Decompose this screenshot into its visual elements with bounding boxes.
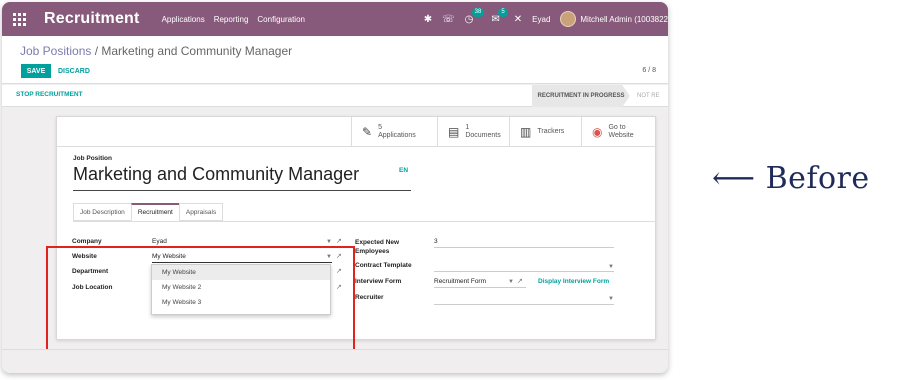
user-menu[interactable]: Mitchell Admin (1003822 [560, 11, 668, 27]
company-dropdown-caret-icon[interactable]: ▼ [326, 239, 332, 245]
tabs-divider [73, 221, 657, 222]
form-tabs: Job Description Recruitment Appraisals [73, 203, 224, 221]
stop-recruitment-button[interactable]: STOP RECRUITMENT [16, 91, 83, 98]
control-panel: Job Positions / Marketing and Community … [2, 36, 668, 84]
interview-form-field[interactable]: Recruitment Form [434, 278, 486, 285]
user-name: Mitchell Admin (1003822 [580, 14, 668, 24]
expected-employees-label: Expected New Employees [355, 239, 400, 255]
contract-template-label: Contract Template [355, 262, 412, 269]
title-underline [73, 190, 411, 191]
applications-count: 5 [378, 124, 382, 131]
breadcrumb: Job Positions / Marketing and Community … [20, 44, 292, 58]
debug-tools-icon[interactable]: ✕ [514, 14, 522, 25]
go-to-website-smart-button[interactable]: ◉ Go to Website [581, 117, 657, 147]
navbar-systray: ✱ ☏ ◷ 38 ✉ 5 ✕ Eyad Mitchell Admin (100382… [424, 2, 668, 36]
tab-recruitment[interactable]: Recruitment [130, 203, 179, 221]
stage-not-recruiting[interactable]: NOT RE [637, 85, 660, 107]
bar-chart-icon: ▥ [520, 125, 532, 139]
app-window: Recruitment Applications Reporting Confi… [2, 2, 668, 373]
recruiter-label: Recruiter [355, 294, 384, 301]
documents-smart-button[interactable]: ▤ 1 Documents [437, 117, 509, 147]
recruiter-caret-icon[interactable]: ▼ [608, 296, 614, 302]
trackers-label: Trackers [537, 128, 565, 135]
menu-reporting[interactable]: Reporting [214, 15, 249, 24]
job-position-title-input[interactable]: Marketing and Community Manager [73, 164, 359, 185]
save-button[interactable]: SAVE [21, 64, 51, 78]
translate-lang-button[interactable]: EN [399, 167, 408, 174]
stage-recruitment-in-progress[interactable]: RECRUITMENT IN PROGRESS [532, 85, 630, 107]
contract-template-underline [434, 271, 614, 272]
website-label-line2: Website [608, 132, 634, 139]
before-label: Before [765, 161, 870, 196]
applications-label: Applications [378, 132, 416, 139]
company-external-link-icon[interactable]: ↗ [336, 237, 342, 245]
menu-applications[interactable]: Applications [162, 15, 205, 24]
globe-icon: ◉ [592, 125, 603, 139]
chat-badge: 5 [498, 7, 508, 17]
menu-configuration[interactable]: Configuration [257, 15, 305, 24]
website-label-line1: Go to [608, 124, 626, 131]
avatar [560, 11, 577, 27]
record-pager[interactable]: 6 / 8 [642, 67, 656, 74]
phone-icon[interactable]: ☏ [442, 14, 455, 25]
top-navbar: Recruitment Applications Reporting Confi… [2, 2, 668, 36]
recruiter-underline [434, 304, 614, 305]
interview-form-underline [434, 287, 526, 288]
breadcrumb-job-positions[interactable]: Job Positions [20, 44, 91, 58]
expected-employees-underline [434, 247, 614, 248]
documents-count: 1 [465, 124, 470, 131]
documents-label: Documents [465, 132, 501, 139]
interview-form-label: Interview Form [355, 278, 402, 285]
company-label: Company [72, 238, 102, 245]
apps-menu-icon[interactable] [2, 2, 36, 36]
contract-template-caret-icon[interactable]: ▼ [608, 264, 614, 270]
job-position-label: Job Position [73, 155, 112, 162]
tab-job-description[interactable]: Job Description [73, 203, 131, 221]
tab-appraisals[interactable]: Appraisals [178, 203, 224, 221]
activity-badge: 38 [471, 7, 485, 17]
breadcrumb-separator: / [91, 44, 102, 58]
chat-icon[interactable]: ✉ 5 [491, 7, 508, 25]
expected-employees-field[interactable]: 3 [434, 238, 438, 245]
bottom-bar [2, 349, 668, 373]
interview-form-caret-icon[interactable]: ▼ [508, 279, 514, 285]
before-annotation: ⟵ Before [712, 161, 870, 196]
smart-buttons-row: ✎ 5 Applications ▤ 1 Documents ▥ Trackers … [57, 117, 657, 147]
highlight-box [46, 246, 355, 352]
document-icon: ▤ [448, 125, 460, 139]
interview-form-external-link-icon[interactable]: ↗ [517, 277, 523, 285]
bug-icon[interactable]: ✱ [424, 14, 432, 25]
display-interview-form-link[interactable]: Display Interview Form [538, 278, 609, 285]
left-arrow-icon: ⟵ [712, 161, 756, 196]
form-statusbar: STOP RECRUITMENT RECRUITMENT IN PROGRESS… [2, 85, 668, 107]
company-switcher[interactable]: Eyad [532, 15, 550, 24]
applications-smart-button[interactable]: ✎ 5 Applications [351, 117, 437, 147]
main-menu: Applications Reporting Configuration [162, 15, 305, 24]
trackers-smart-button[interactable]: ▥ Trackers [509, 117, 581, 147]
pencil-icon: ✎ [362, 125, 373, 139]
app-brand[interactable]: Recruitment [44, 10, 140, 28]
breadcrumb-current: Marketing and Community Manager [101, 44, 293, 58]
activity-clock-icon[interactable]: ◷ 38 [465, 7, 485, 25]
discard-button[interactable]: DISCARD [58, 64, 90, 78]
company-field[interactable]: Eyad [152, 238, 167, 245]
